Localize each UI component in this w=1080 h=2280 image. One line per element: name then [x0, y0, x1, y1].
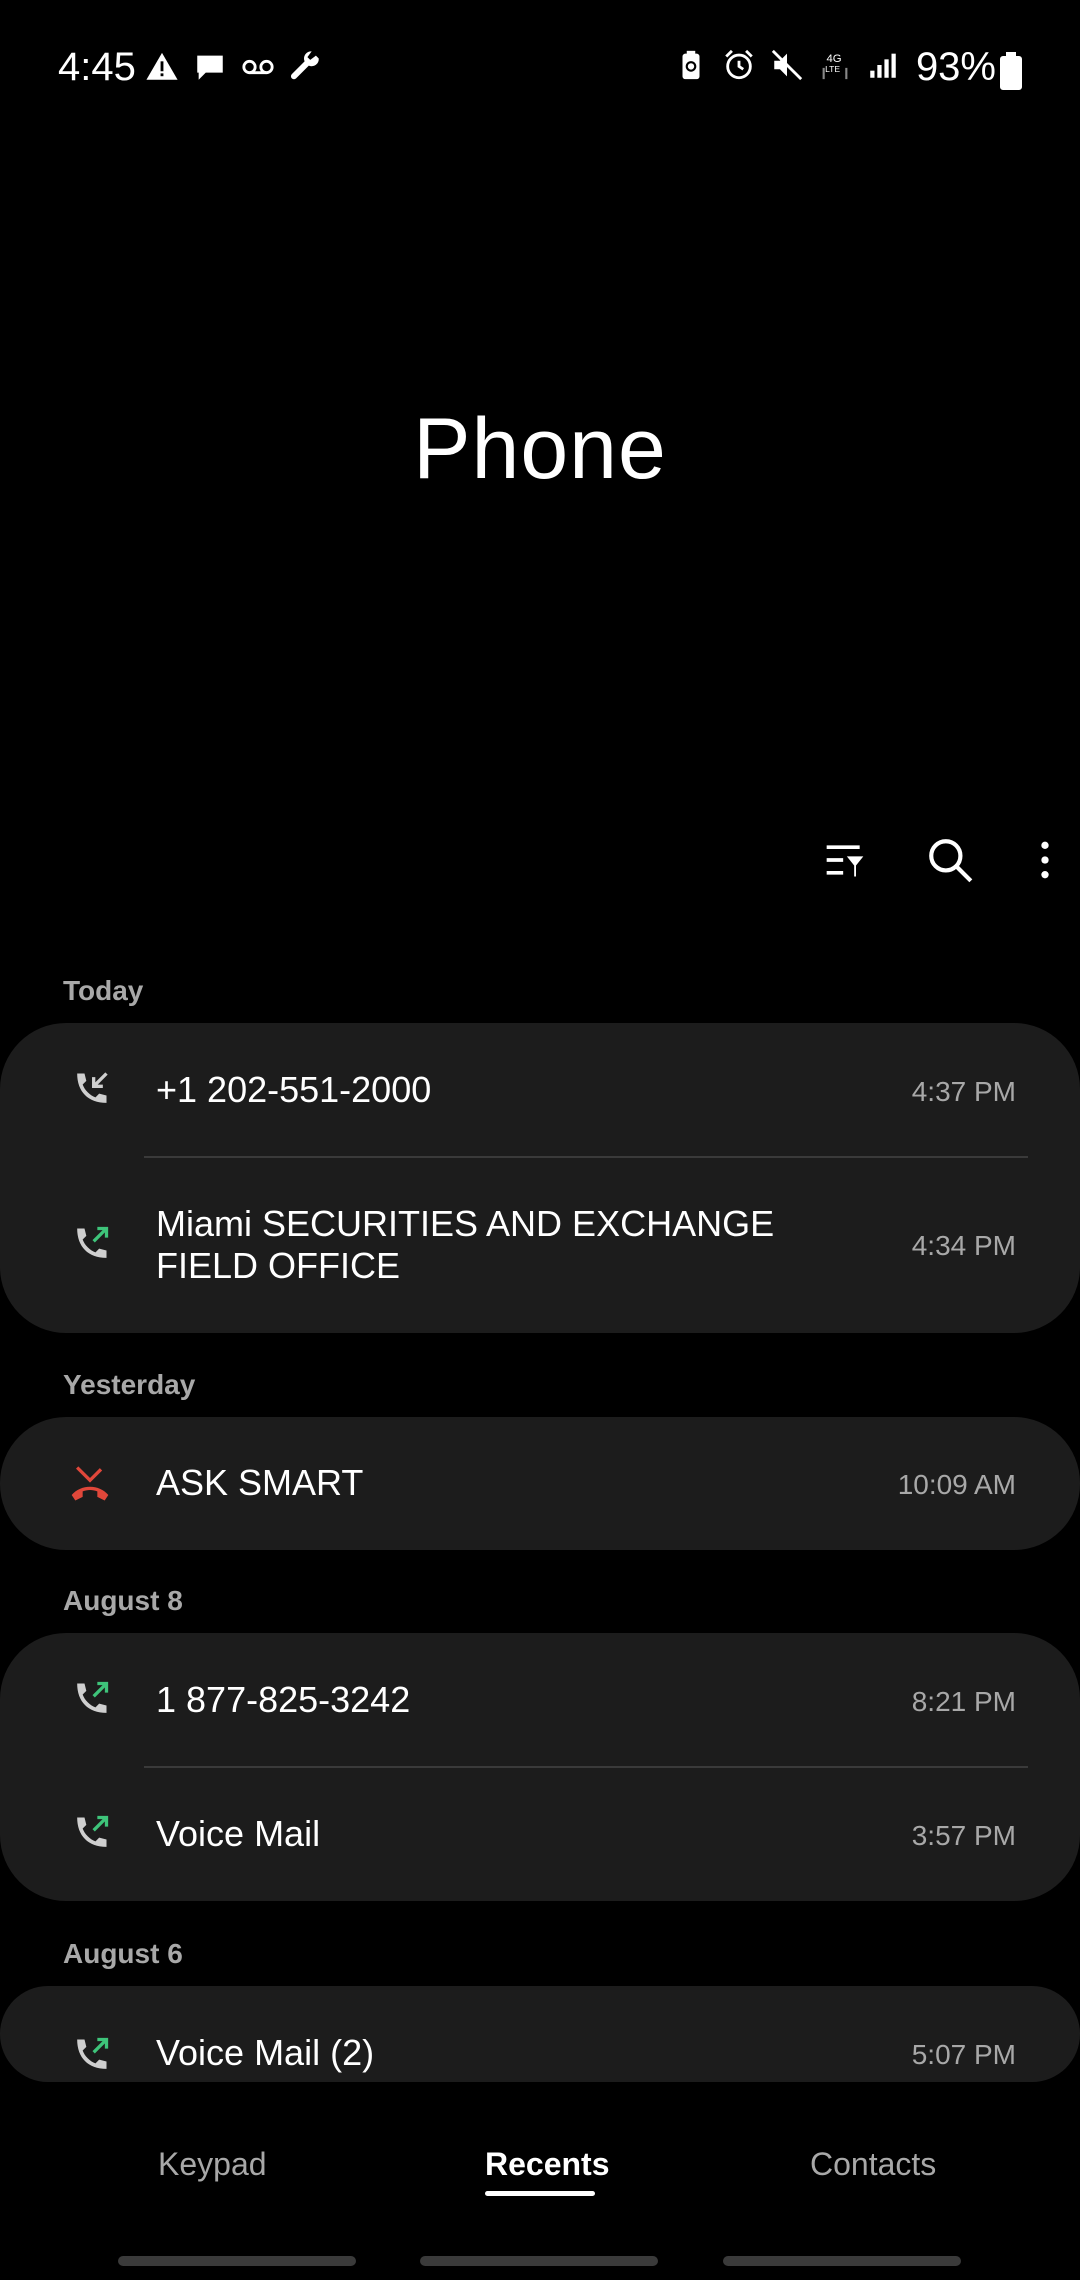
- call-log-item[interactable]: ASK SMART 10:09 AM: [0, 1417, 1080, 1550]
- mute-icon: [771, 49, 803, 81]
- outgoing-call-icon: [77, 2037, 109, 2069]
- filter-button[interactable]: [815, 830, 875, 890]
- section-header-today: Today: [63, 975, 144, 1006]
- tab-recents[interactable]: Recents: [485, 2146, 610, 2183]
- call-time: 8:21 PM: [911, 1686, 1016, 1717]
- call-log-item[interactable]: 1 877-825-3242 8:21 PM: [0, 1633, 1080, 1767]
- filter-icon: [826, 845, 864, 877]
- call-contact-name: ASK SMART: [156, 1462, 364, 1503]
- call-time: 3:57 PM: [911, 1820, 1016, 1851]
- more-options-button[interactable]: [1015, 830, 1075, 890]
- section-header-yesterday: Yesterday: [63, 1369, 196, 1400]
- call-contact-name: Miami SECURITIES AND EXCHANGE FIELD OFFI…: [156, 1203, 775, 1286]
- bottom-navigation: Keypad Recents Contacts: [0, 2110, 1080, 2210]
- call-time: 4:37 PM: [911, 1076, 1016, 1107]
- call-group-august-6: Voice Mail (2) 5:07 PM: [0, 1986, 1080, 2082]
- svg-text:LTE: LTE: [825, 64, 840, 74]
- toolbar: [780, 830, 1080, 890]
- call-log-item[interactable]: Voice Mail (2) 5:07 PM: [0, 1986, 1080, 2082]
- outgoing-call-icon: [77, 1815, 109, 1847]
- call-contact-name: +1 202-551-2000: [156, 1069, 432, 1110]
- call-time: 5:07 PM: [911, 2039, 1016, 2070]
- outgoing-call-icon: [77, 1226, 109, 1258]
- call-group-today: +1 202-551-2000 4:37 PM Miami SECURITIES…: [0, 1023, 1080, 1333]
- call-time: 4:34 PM: [911, 1230, 1016, 1261]
- voicemail-icon: [242, 59, 274, 75]
- battery-icon: [1000, 52, 1022, 90]
- status-time: 4:45: [58, 45, 136, 89]
- tab-keypad[interactable]: Keypad: [158, 2146, 267, 2183]
- missed-call-icon: [71, 1466, 109, 1501]
- search-icon: [929, 839, 973, 883]
- alarm-icon: [725, 49, 753, 80]
- call-log-item[interactable]: Miami SECURITIES AND EXCHANGE FIELD OFFI…: [0, 1158, 1080, 1333]
- system-icons: 4G LTE: [674, 48, 900, 82]
- outgoing-call-icon: [77, 1681, 109, 1713]
- warning-icon: [146, 52, 178, 80]
- battery-saver-icon: [682, 50, 700, 80]
- call-group-yesterday: ASK SMART 10:09 AM: [0, 1417, 1080, 1550]
- wrench-icon: [290, 51, 319, 80]
- call-contact-name: Voice Mail (2): [156, 2032, 375, 2073]
- signal-icon: [870, 53, 896, 78]
- tab-contacts[interactable]: Contacts: [810, 2146, 936, 2183]
- call-contact-name: 1 877-825-3242: [156, 1679, 411, 1720]
- call-contact-name: Voice Mail: [156, 1813, 321, 1854]
- page-title: Phone: [413, 401, 667, 497]
- gesture-hint-bar: [420, 2256, 658, 2266]
- message-icon: [197, 55, 223, 80]
- gesture-hint-bar: [723, 2256, 961, 2266]
- gesture-hint-bar: [118, 2256, 356, 2266]
- call-log-item[interactable]: +1 202-551-2000 4:37 PM: [0, 1023, 1080, 1158]
- call-time: 10:09 AM: [897, 1469, 1016, 1500]
- battery-percent: 93%: [915, 45, 996, 89]
- notification-icons: [145, 50, 323, 84]
- search-button[interactable]: [920, 830, 980, 890]
- section-header-august-8: August 8: [63, 1585, 183, 1616]
- active-tab-indicator: [485, 2191, 595, 2196]
- call-log-item[interactable]: Voice Mail 3:57 PM: [0, 1767, 1080, 1901]
- more-icon: [1041, 841, 1049, 879]
- call-group-august-8: 1 877-825-3242 8:21 PM Voice Mail 3:57 P…: [0, 1633, 1080, 1901]
- status-bar: 4:45 4G LTE 93%: [0, 0, 1080, 140]
- section-header-august-6: August 6: [63, 1938, 183, 1969]
- incoming-call-icon: [77, 1072, 108, 1103]
- 4g-lte-icon: 4GLTE: [822, 53, 848, 80]
